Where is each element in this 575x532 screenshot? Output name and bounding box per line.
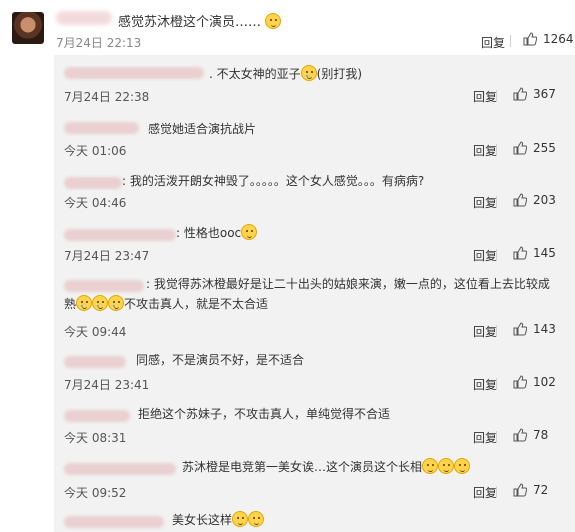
reply-button[interactable]: 回复 [473, 323, 497, 340]
thumbs-up-icon [513, 193, 527, 207]
doge-emoji-icon [454, 458, 471, 474]
like-count: 143 [533, 322, 556, 336]
doge-emoji-icon [422, 458, 439, 474]
reply-text: 同感，不是演员不好，是不适合 [136, 353, 305, 367]
thumbs-up-icon [513, 141, 527, 155]
laugh-cry-emoji-icon [76, 295, 93, 311]
reply-text: 感觉她适合演抗战片 [148, 122, 257, 136]
reply-text: : 我觉得苏沐橙最好是让二十出头的姑娘来演，嫩一点的，这位看上去比较成 [146, 277, 550, 291]
like-count: 255 [533, 141, 556, 155]
divider [496, 378, 497, 390]
laugh-cry-emoji-icon [108, 295, 125, 311]
reply-text: 美女长这样 [172, 511, 265, 529]
reply-button[interactable]: 回复 [481, 34, 505, 51]
blurred-username[interactable] [64, 177, 122, 189]
blurred-username[interactable] [64, 356, 126, 368]
doge-emoji-icon [438, 458, 455, 474]
reply-text: . 不太女神的亚子 (别打我) [209, 65, 363, 81]
divider [496, 90, 497, 102]
reply-time: 今天 04:46 [64, 196, 127, 210]
reply-button[interactable]: 回复 [473, 247, 497, 264]
divider [496, 431, 497, 443]
laugh-cry-emoji-icon [92, 295, 109, 311]
reply-button[interactable]: 回复 [473, 88, 497, 105]
main-comment-time: 7月24日 22:13 [56, 36, 142, 50]
like-button[interactable]: 72 [513, 483, 548, 497]
thumbs-up-icon [513, 483, 527, 497]
thumbs-up-icon [513, 428, 527, 442]
thumbs-up-icon [513, 246, 527, 260]
divider [496, 486, 497, 498]
reply-button[interactable]: 回复 [473, 142, 497, 159]
doge-emoji-icon [241, 224, 258, 240]
blurred-username[interactable] [56, 11, 112, 25]
reply-button[interactable]: 回复 [473, 429, 497, 446]
like-count: 203 [533, 193, 556, 207]
divider [496, 249, 497, 261]
reply-text: 苏沐橙是电竞第一美女诶…这个演员这个长相 [182, 458, 471, 476]
reply-text-line2: 熟不攻击真人，就是不太合适 [64, 295, 269, 311]
divider [496, 144, 497, 156]
reply-text: : 我的活泼开朗女神毁了。。。。。这个女人感觉。。。有病病? [122, 174, 425, 188]
like-button[interactable]: 203 [513, 193, 556, 207]
like-button[interactable]: 255 [513, 141, 556, 155]
blurred-username[interactable] [64, 67, 204, 79]
doge-emoji-icon [265, 13, 282, 29]
laugh-cry-emoji-icon [300, 65, 317, 81]
like-count: 367 [533, 87, 556, 101]
reply-button[interactable]: 回复 [473, 194, 497, 211]
blurred-username[interactable] [64, 280, 144, 292]
thumbs-up-icon [513, 375, 527, 389]
thumbs-up-icon [523, 32, 537, 46]
like-button[interactable]: 145 [513, 246, 556, 260]
reply-text: 拒绝这个苏妹子，不攻击真人，单纯觉得不合适 [138, 407, 391, 421]
like-count: 72 [533, 483, 549, 497]
replies-panel: . 不太女神的亚子 (别打我) 7月24日 22:38 回复 367 感觉她适合演… [54, 55, 575, 532]
thumbs-up-icon [513, 87, 527, 101]
reply-time: 今天 09:44 [64, 325, 127, 339]
blurred-username[interactable] [64, 516, 164, 528]
reply-button[interactable]: 回复 [473, 484, 497, 501]
like-count: 78 [533, 428, 549, 442]
divider [510, 35, 511, 47]
sunglasses-emoji-icon [248, 511, 265, 527]
avatar[interactable] [12, 12, 44, 44]
main-comment-text: 感觉苏沐橙这个演员…… [118, 11, 282, 30]
like-button[interactable]: 1264 [523, 32, 574, 46]
grin-emoji-icon [232, 511, 249, 527]
reply-time: 7月24日 23:41 [64, 378, 150, 392]
like-button[interactable]: 102 [513, 375, 556, 389]
reply-time: 今天 09:52 [64, 486, 127, 500]
reply-text: : 性格也ooc [176, 224, 258, 242]
thumbs-up-icon [513, 322, 527, 336]
like-button[interactable]: 78 [513, 428, 548, 442]
reply-time: 今天 08:31 [64, 431, 127, 445]
reply-time: 今天 01:06 [64, 144, 127, 158]
blurred-username[interactable] [64, 229, 176, 241]
reply-time: 7月24日 23:47 [64, 249, 150, 263]
divider [496, 196, 497, 208]
like-button[interactable]: 367 [513, 87, 556, 101]
like-count: 1264 [543, 32, 574, 46]
like-button[interactable]: 143 [513, 322, 556, 336]
blurred-username[interactable] [64, 463, 176, 475]
divider [496, 325, 497, 337]
reply-time: 7月24日 22:38 [64, 90, 150, 104]
like-count: 102 [533, 375, 556, 389]
blurred-username[interactable] [64, 122, 139, 134]
blurred-username[interactable] [64, 410, 130, 422]
reply-button[interactable]: 回复 [473, 376, 497, 393]
like-count: 145 [533, 246, 556, 260]
